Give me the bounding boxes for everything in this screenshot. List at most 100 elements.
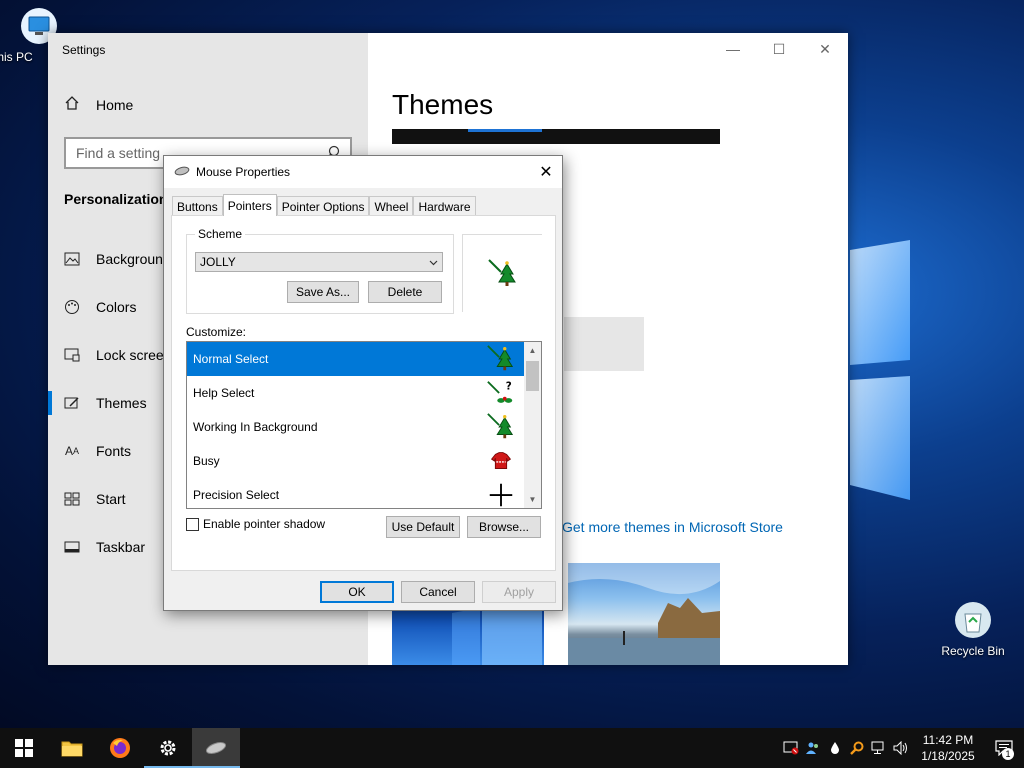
list-item[interactable]: Help Select ? bbox=[187, 376, 524, 410]
section-title: Personalization bbox=[64, 191, 168, 207]
sidebar-item-label: Lock screen bbox=[96, 347, 172, 363]
recycle-bin-icon bbox=[953, 600, 993, 640]
sidebar-item-label: Fonts bbox=[96, 443, 132, 459]
sidebar-item-label: Themes bbox=[96, 395, 147, 411]
save-as-button[interactable]: Save As... bbox=[287, 281, 359, 303]
firefox-icon bbox=[110, 738, 130, 758]
key-search-icon[interactable] bbox=[846, 728, 868, 768]
clock[interactable]: 11:42 PM 1/18/2025 bbox=[912, 732, 984, 764]
start-button[interactable] bbox=[0, 728, 48, 768]
notification-badge: 1 bbox=[1002, 748, 1014, 760]
close-button[interactable]: ✕ bbox=[802, 33, 848, 65]
store-link[interactable]: Get more themes in Microsoft Store bbox=[562, 519, 783, 535]
chevron-up-icon[interactable]: ▲ bbox=[524, 342, 541, 359]
preview-selection-marker bbox=[468, 129, 542, 132]
pointers-tab-panel: Scheme JOLLY Save As... Delete Customize… bbox=[171, 215, 556, 571]
maximize-button[interactable]: ☐ bbox=[756, 33, 802, 65]
mouse-properties-dialog: Mouse Properties ✕ Buttons Pointers Poin… bbox=[163, 155, 563, 611]
desktop-icon-recycle-bin[interactable]: Recycle Bin bbox=[938, 600, 1008, 658]
ok-button[interactable]: OK bbox=[320, 581, 394, 603]
dialog-tabs: Buttons Pointers Pointer Options Wheel H… bbox=[172, 194, 476, 216]
list-item[interactable]: Precision Select bbox=[187, 478, 524, 508]
security-icon[interactable] bbox=[780, 728, 802, 768]
themes-icon bbox=[64, 395, 80, 411]
taskbar-file-explorer[interactable] bbox=[48, 728, 96, 768]
holly-help-icon: ? bbox=[486, 378, 516, 408]
crosshair-icon bbox=[486, 480, 516, 508]
pointer-shadow-option[interactable]: Enable pointer shadow bbox=[186, 517, 325, 531]
chevron-down-icon bbox=[429, 255, 438, 269]
sidebar-item-label: Background bbox=[96, 251, 171, 267]
delete-button[interactable]: Delete bbox=[368, 281, 442, 303]
scheme-select[interactable]: JOLLY bbox=[195, 252, 443, 272]
tab-pointers[interactable]: Pointers bbox=[222, 194, 277, 216]
page-title: Themes bbox=[392, 89, 494, 120]
scrollbar-thumb[interactable] bbox=[526, 361, 539, 391]
list-scrollbar[interactable]: ▲ ▼ bbox=[524, 342, 541, 508]
pointer-shadow-checkbox[interactable] bbox=[186, 517, 199, 531]
svg-text:?: ? bbox=[506, 380, 512, 392]
taskbar-mouse-properties[interactable] bbox=[192, 728, 240, 768]
browse-button[interactable]: Browse... bbox=[467, 516, 541, 538]
background-icon bbox=[64, 251, 80, 267]
pointer-shadow-label: Enable pointer shadow bbox=[203, 517, 326, 531]
apply-button[interactable]: Apply bbox=[482, 581, 556, 603]
lock-screen-icon bbox=[64, 347, 80, 363]
tree-arrow-icon bbox=[486, 344, 516, 374]
scheme-value: JOLLY bbox=[200, 255, 236, 269]
dialog-titlebar: Mouse Properties ✕ bbox=[164, 156, 562, 188]
action-center-button[interactable]: 1 bbox=[984, 728, 1024, 768]
cursor-list-rows: Normal Select Help Select ? Working In B… bbox=[187, 342, 524, 508]
chevron-down-icon[interactable]: ▼ bbox=[524, 491, 541, 508]
cursor-role-label: Normal Select bbox=[193, 352, 269, 366]
pointer-preview bbox=[462, 234, 542, 312]
tab-hardware[interactable]: Hardware bbox=[413, 196, 476, 216]
dialog-title: Mouse Properties bbox=[196, 165, 291, 179]
people-icon[interactable] bbox=[802, 728, 824, 768]
list-item[interactable]: Working In Background bbox=[187, 410, 524, 444]
cursor-role-label: Precision Select bbox=[193, 488, 280, 502]
window-title: Settings bbox=[62, 43, 106, 57]
sidebar-item-label: Taskbar bbox=[96, 539, 146, 555]
sidebar-item-label: Start bbox=[96, 491, 126, 507]
taskbar-icon bbox=[64, 539, 80, 555]
taskbar: 11:42 PM 1/18/2025 1 bbox=[0, 728, 1024, 768]
list-item[interactable]: Normal Select bbox=[187, 342, 524, 376]
windows-start-icon bbox=[15, 739, 33, 757]
theme-option-tile[interactable] bbox=[564, 317, 644, 371]
palette-icon bbox=[64, 299, 80, 315]
tab-wheel[interactable]: Wheel bbox=[369, 196, 414, 216]
beach-wallpaper-thumb bbox=[568, 563, 720, 665]
theme-thumbnail-beach[interactable] bbox=[568, 563, 720, 665]
home-icon bbox=[64, 95, 80, 114]
use-default-button[interactable]: Use Default bbox=[386, 516, 460, 538]
clock-time: 11:42 PM bbox=[922, 733, 974, 747]
cancel-button[interactable]: Cancel bbox=[401, 581, 475, 603]
desktop-icon-label: Recycle Bin bbox=[941, 644, 1005, 658]
sweater-icon bbox=[486, 446, 516, 476]
start-icon bbox=[64, 491, 80, 507]
droplet-icon[interactable] bbox=[824, 728, 846, 768]
tab-pointer-options[interactable]: Pointer Options bbox=[276, 196, 370, 216]
network-icon[interactable] bbox=[868, 728, 890, 768]
cursor-list[interactable]: Normal Select Help Select ? Working In B… bbox=[186, 341, 542, 509]
dialog-close-button[interactable]: ✕ bbox=[530, 156, 562, 188]
minimize-button[interactable]: — bbox=[710, 33, 756, 65]
file-explorer-icon bbox=[61, 741, 83, 757]
clock-date: 1/18/2025 bbox=[921, 749, 975, 763]
scheme-group: Scheme JOLLY Save As... Delete bbox=[186, 227, 454, 314]
customize-label: Customize: bbox=[186, 325, 247, 339]
theme-preview-strip bbox=[392, 129, 720, 144]
taskbar-settings[interactable] bbox=[144, 728, 192, 768]
nav-home[interactable]: Home bbox=[64, 95, 133, 114]
mouse-icon bbox=[174, 165, 190, 179]
volume-icon[interactable] bbox=[890, 728, 912, 768]
list-item[interactable]: Busy bbox=[187, 444, 524, 478]
cursor-role-label: Busy bbox=[193, 454, 220, 468]
tab-buttons[interactable]: Buttons bbox=[172, 196, 223, 216]
system-tray: 11:42 PM 1/18/2025 1 bbox=[780, 728, 1024, 768]
cursor-role-label: Help Select bbox=[193, 386, 255, 400]
scheme-label: Scheme bbox=[195, 227, 246, 241]
taskbar-firefox[interactable] bbox=[96, 728, 144, 768]
tree-arrow-icon bbox=[486, 412, 516, 442]
